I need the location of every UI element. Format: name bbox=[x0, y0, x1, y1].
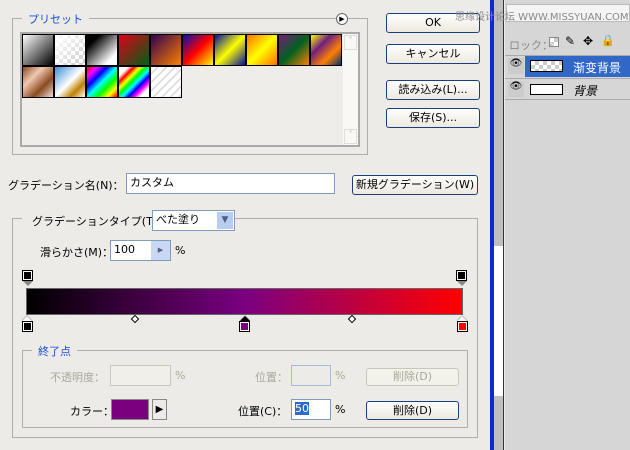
lock-move-icon[interactable]: ✥ bbox=[583, 34, 593, 48]
preset-swatch[interactable] bbox=[54, 34, 86, 66]
opacity-position-input bbox=[291, 365, 331, 386]
presets-legend: プリセット bbox=[22, 11, 89, 27]
color-menu-arrow-icon[interactable]: ▶ bbox=[152, 399, 167, 420]
gradient-type-select[interactable]: べた塗り ▼ bbox=[152, 210, 235, 231]
delete-opacity-stop-button: 削除(D) bbox=[366, 368, 459, 386]
preset-swatch[interactable] bbox=[22, 66, 54, 98]
opacity-input bbox=[110, 365, 171, 386]
smoothness-unit: % bbox=[175, 244, 186, 257]
lock-all-icon[interactable]: 🔒 bbox=[601, 34, 615, 47]
eye-icon[interactable]: 👁 bbox=[508, 81, 524, 97]
preset-swatch[interactable] bbox=[182, 34, 214, 66]
chevron-down-icon: ▼ bbox=[217, 212, 233, 229]
delete-color-stop-button[interactable]: 削除(D) bbox=[366, 401, 459, 420]
preset-swatch[interactable] bbox=[150, 34, 182, 66]
color-position-input[interactable]: 50 bbox=[291, 399, 331, 420]
lock-transparency-icon[interactable] bbox=[549, 37, 559, 47]
watermark: 思缘设计论坛 WWW.MISSYUAN.COM bbox=[455, 12, 629, 23]
presets-list[interactable]: ˄ ˅ bbox=[20, 32, 360, 147]
color-stop[interactable] bbox=[21, 316, 33, 332]
opacity-stop-left[interactable] bbox=[22, 270, 33, 286]
preset-swatch[interactable] bbox=[246, 34, 278, 66]
color-position-label: 位置(C)： bbox=[238, 405, 288, 418]
cancel-button[interactable]: キャンセル bbox=[386, 44, 480, 64]
gradient-preview-bar[interactable] bbox=[26, 288, 463, 315]
smoothness-value: 100 bbox=[114, 243, 135, 256]
layers-panel: 思缘设计论坛 WWW.MISSYUAN.COM ロック： ✎ ✥ 🔒 👁 渐变背… bbox=[455, 0, 630, 450]
opacity-position-unit: % bbox=[335, 369, 346, 382]
gradient-name-input[interactable]: カスタム bbox=[126, 173, 335, 194]
gradient-type-value: べた塗り bbox=[156, 213, 200, 226]
lock-label: ロック： bbox=[509, 39, 553, 52]
preset-swatch[interactable] bbox=[22, 34, 54, 66]
scroll-up-button[interactable]: ˄ bbox=[344, 35, 357, 50]
layer-row[interactable]: 👁 渐变背景 bbox=[505, 55, 630, 77]
preset-swatch[interactable] bbox=[310, 34, 342, 66]
smoothness-input[interactable]: 100 ▶ bbox=[110, 240, 171, 261]
save-button[interactable]: 保存(S)... bbox=[386, 108, 480, 128]
presets-scrollbar[interactable]: ˄ ˅ bbox=[343, 34, 358, 145]
scroll-down-button[interactable]: ˅ bbox=[344, 129, 357, 144]
color-stop[interactable] bbox=[239, 316, 250, 332]
new-gradient-button[interactable]: 新規グラデーション(W) bbox=[352, 175, 478, 195]
canvas-scrollbar[interactable] bbox=[494, 0, 504, 450]
opacity-unit: % bbox=[175, 369, 186, 382]
scrollbar-thumb[interactable] bbox=[494, 246, 503, 396]
layer-selected-bg: 渐变背景 bbox=[525, 56, 630, 77]
opacity-position-label: 位置： bbox=[255, 371, 288, 384]
layer-name: 渐变背景 bbox=[573, 61, 622, 75]
color-stop[interactable] bbox=[456, 316, 468, 332]
load-button[interactable]: 読み込み(L)... bbox=[386, 80, 480, 100]
layer-thumbnail bbox=[530, 60, 563, 72]
preset-swatch[interactable] bbox=[86, 66, 118, 98]
smoothness-label: 滑らかさ(M)： bbox=[40, 246, 114, 259]
preset-swatch[interactable] bbox=[118, 66, 150, 98]
gradient-name-label: グラデーション名(N)： bbox=[8, 179, 124, 192]
preset-swatch[interactable] bbox=[278, 34, 310, 66]
layer-thumbnail bbox=[530, 84, 563, 95]
color-position-unit: % bbox=[335, 403, 346, 416]
color-position-value: 50 bbox=[295, 402, 309, 415]
preset-swatch[interactable] bbox=[214, 34, 246, 66]
preset-swatch[interactable] bbox=[86, 34, 118, 66]
layer-name: 背景 bbox=[573, 84, 598, 98]
slider-arrow-icon[interactable]: ▶ bbox=[151, 241, 170, 260]
presets-menu-button[interactable]: ▶ bbox=[336, 13, 348, 25]
preset-swatch[interactable] bbox=[118, 34, 150, 66]
opacity-label: 不透明度： bbox=[50, 371, 105, 384]
eye-icon[interactable]: 👁 bbox=[508, 58, 524, 74]
color-swatch[interactable] bbox=[111, 399, 149, 420]
endpoint-legend: 終了点 bbox=[32, 343, 77, 359]
color-label: カラー： bbox=[70, 405, 114, 418]
preset-swatch[interactable] bbox=[54, 66, 86, 98]
lock-brush-icon[interactable]: ✎ bbox=[565, 34, 575, 48]
preset-swatch[interactable] bbox=[150, 66, 182, 98]
opacity-stop-right[interactable] bbox=[456, 270, 467, 286]
layer-row[interactable]: 👁 背景 bbox=[505, 78, 630, 100]
